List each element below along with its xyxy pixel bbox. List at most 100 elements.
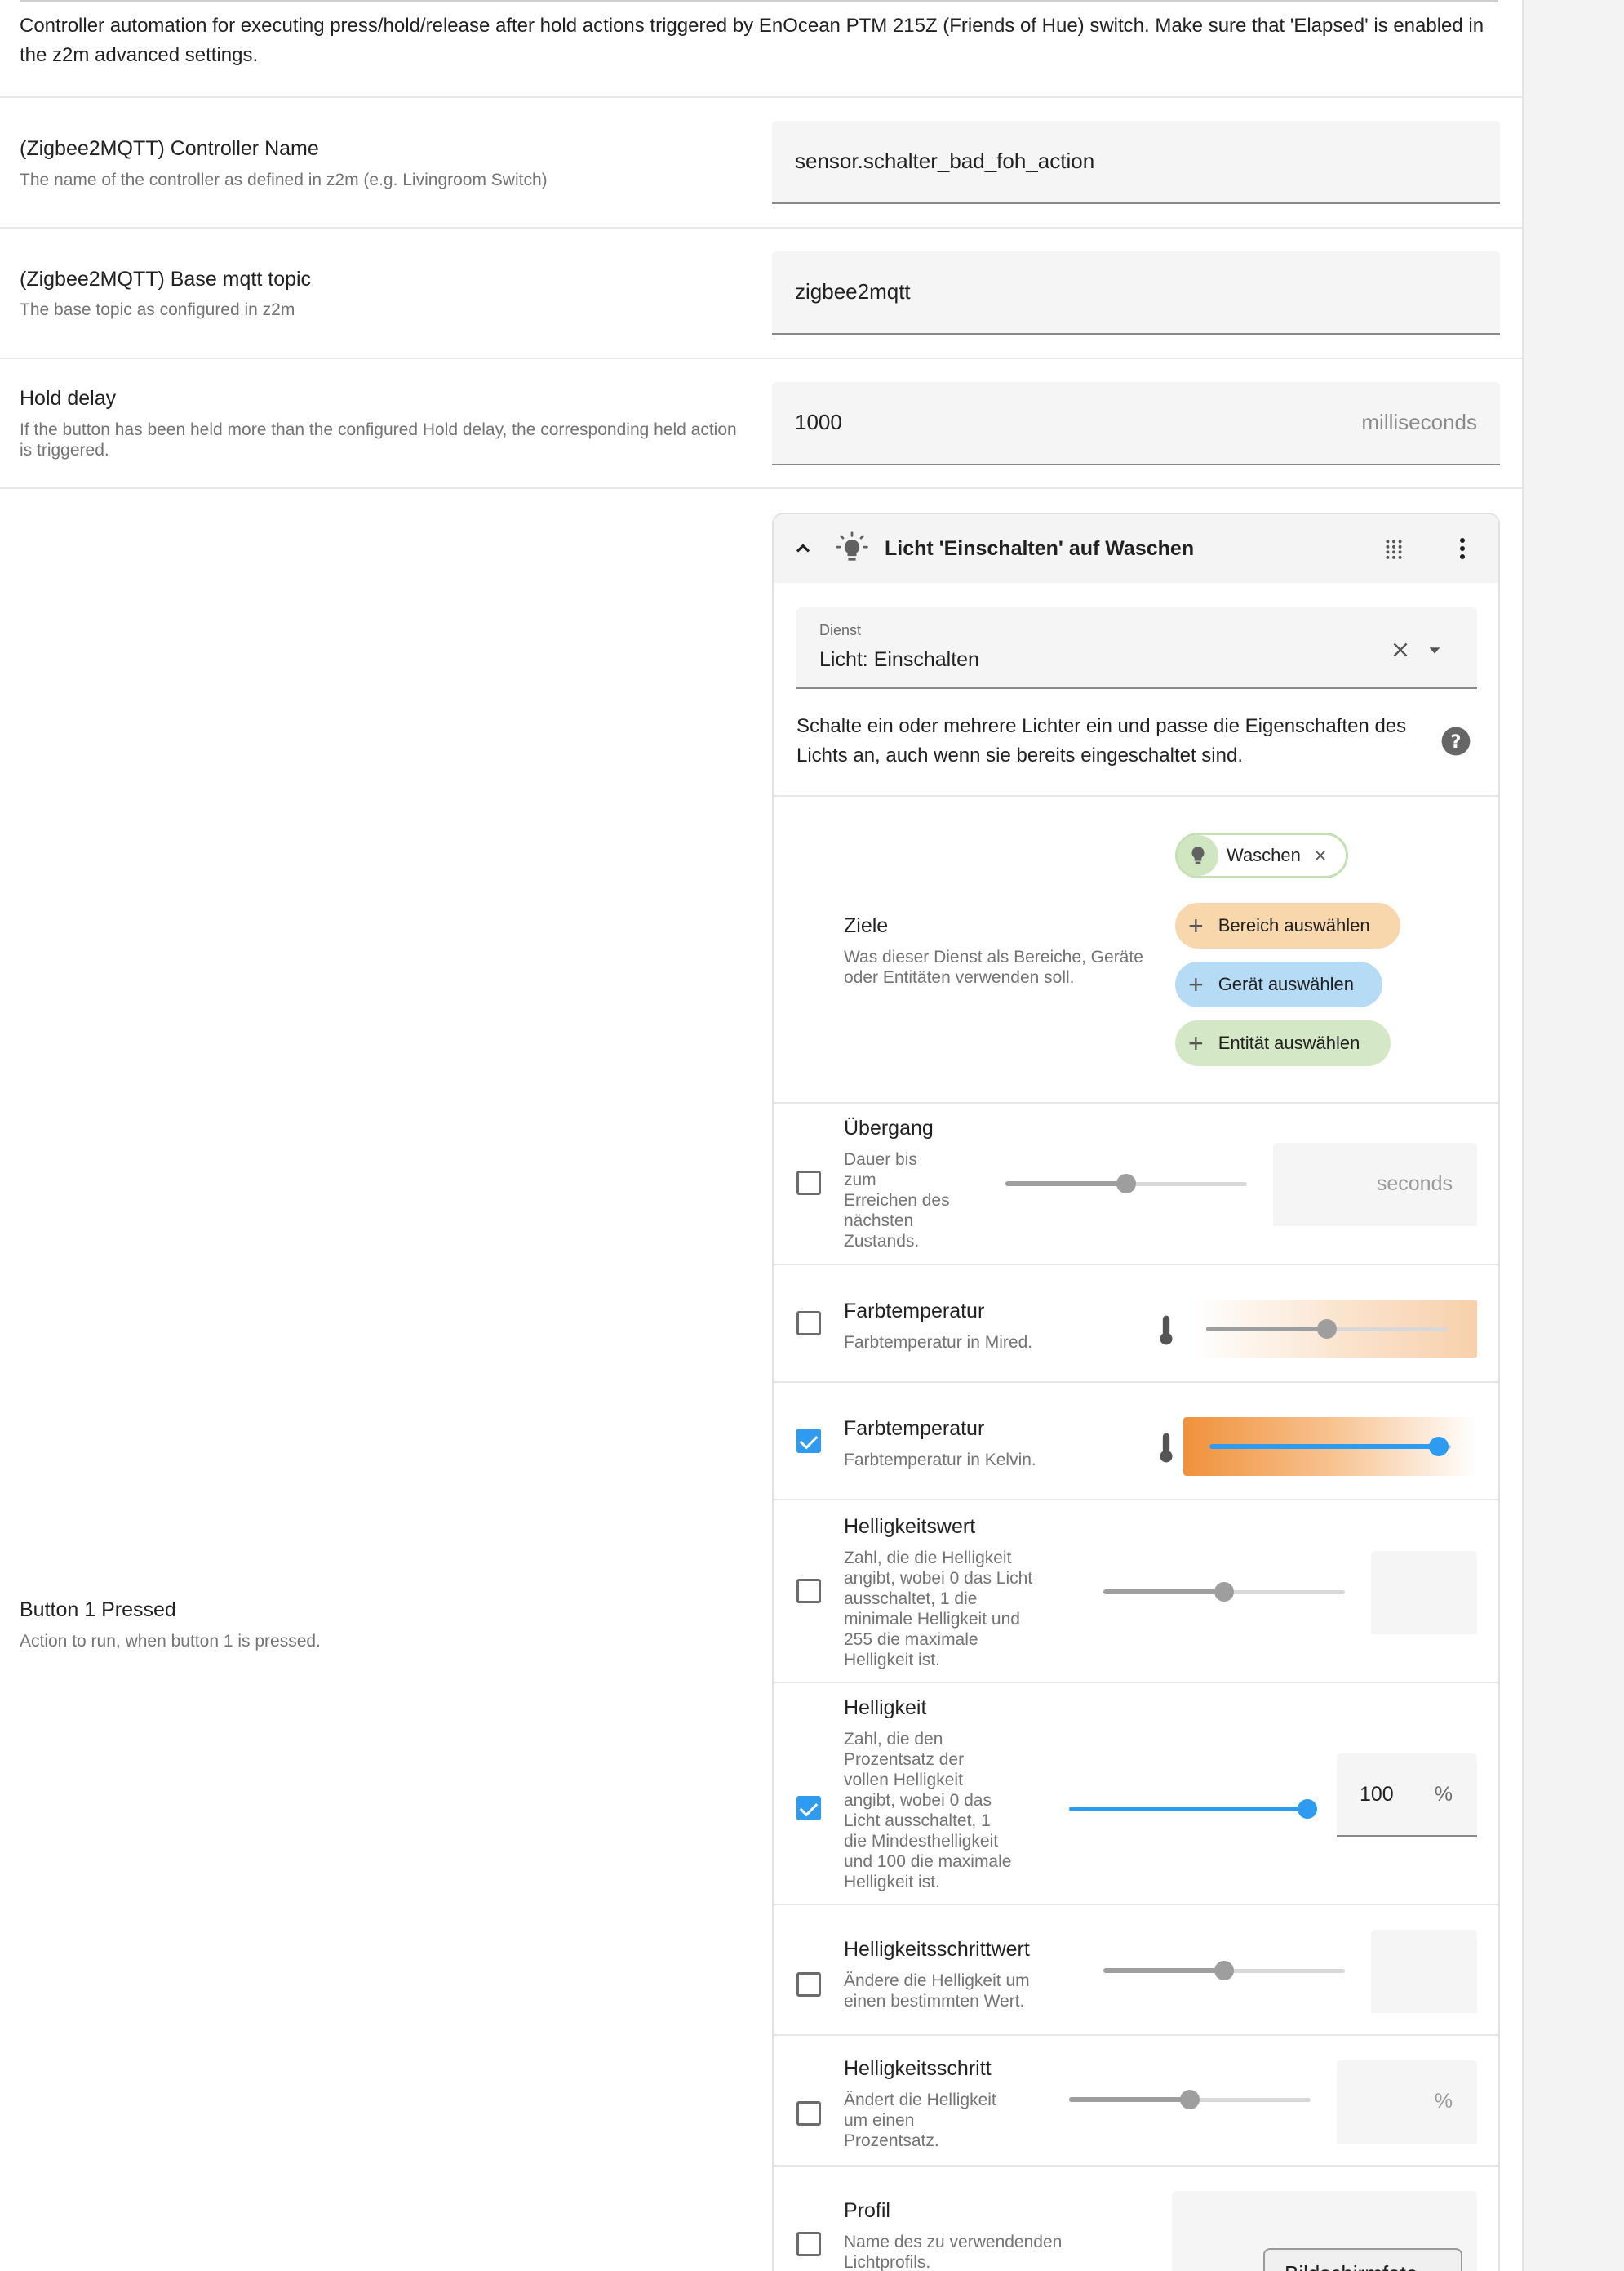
service-description: Schalte ein oder mehrere Lichter ein und… bbox=[796, 715, 1407, 767]
brightness-pct-description-line: Licht ausschaltet, 1 bbox=[844, 1811, 991, 1830]
brightness-value-input[interactable] bbox=[1371, 1551, 1477, 1634]
profile-checkbox[interactable] bbox=[796, 2232, 821, 2256]
remove-target-icon[interactable] bbox=[1312, 847, 1329, 864]
controller-name-value: sensor.schalter_bad_foh_action bbox=[795, 149, 1095, 173]
brightness-step-description: Ändere die Helligkeit um einen bestimmte… bbox=[844, 1971, 1064, 2011]
brightness-pct-slider[interactable] bbox=[1069, 1799, 1317, 1819]
svg-text:?: ? bbox=[1451, 731, 1462, 753]
transition-unit: seconds bbox=[1376, 1172, 1453, 1195]
targets-description: Was dieser Dienst als Bereiche, Geräte o… bbox=[844, 948, 1143, 987]
transition-checkbox[interactable] bbox=[796, 1171, 821, 1195]
brightness-step-pct-input[interactable]: % bbox=[1337, 2060, 1477, 2144]
hold-delay-value: 1000 bbox=[795, 410, 842, 434]
service-value: Licht: Einschalten bbox=[819, 648, 979, 671]
divider bbox=[774, 1102, 1498, 1104]
brightness-step-pct-slider[interactable] bbox=[1069, 2090, 1311, 2109]
transition-input[interactable]: seconds bbox=[1273, 1143, 1477, 1226]
top-divider bbox=[20, 0, 1498, 2]
clear-icon[interactable] bbox=[1387, 637, 1413, 663]
color-temp-mired-checkbox[interactable] bbox=[796, 1311, 821, 1335]
plus-icon: + bbox=[1188, 911, 1204, 940]
brightness-step-title: Helligkeitsschrittwert bbox=[844, 1938, 1030, 1961]
transition-slider[interactable] bbox=[1005, 1174, 1247, 1193]
base-topic-value: zigbee2mqtt bbox=[795, 279, 911, 304]
dropdown-arrow-icon[interactable] bbox=[1423, 638, 1446, 661]
slider-thumb[interactable] bbox=[1180, 2090, 1200, 2109]
slider-thumb[interactable] bbox=[1429, 1437, 1449, 1456]
controller-name-title: (Zigbee2MQTT) Controller Name bbox=[20, 137, 319, 160]
slider-fill bbox=[1209, 1444, 1440, 1449]
lightbulb-icon bbox=[832, 529, 872, 568]
brightness-value-slider[interactable] bbox=[1103, 1582, 1345, 1602]
transition-description-line: Zustands. bbox=[844, 1232, 920, 1251]
brightness-value-description-line: ausschaltet, 1 die bbox=[844, 1589, 978, 1608]
base-topic-description: The base topic as configured in z2m bbox=[20, 300, 295, 319]
brightness-pct-description-line: die Mindesthelligkeit bbox=[844, 1832, 999, 1851]
slider-thumb[interactable] bbox=[1298, 1799, 1317, 1819]
drag-handle-icon[interactable] bbox=[1379, 534, 1409, 563]
plus-icon: + bbox=[1188, 970, 1204, 999]
brightness-step-pct-description-line: um einen bbox=[844, 2111, 915, 2130]
brightness-value-description: Zahl, die die Helligkeit angibt, wobei 0… bbox=[844, 1548, 1056, 1670]
brightness-pct-input[interactable]: 100 % bbox=[1337, 1753, 1477, 1837]
help-icon[interactable]: ? bbox=[1440, 725, 1472, 758]
brightness-step-description-line: einen bestimmten Wert. bbox=[844, 1992, 1025, 2011]
divider bbox=[774, 1904, 1498, 1905]
controller-name-input[interactable]: sensor.schalter_bad_foh_action bbox=[772, 121, 1500, 204]
hold-delay-input[interactable]: 1000 milliseconds bbox=[772, 382, 1500, 465]
base-topic-title: (Zigbee2MQTT) Base mqtt topic bbox=[20, 268, 312, 291]
transition-description-line: Erreichen des bbox=[844, 1191, 950, 1210]
action-card-header[interactable]: Licht 'Einschalten' auf Waschen bbox=[774, 514, 1498, 583]
brightness-pct-description-line: Zahl, die den bbox=[844, 1730, 943, 1749]
color-temp-kelvin-checkbox[interactable] bbox=[796, 1429, 821, 1453]
brightness-step-pct-description-line: Prozentsatz. bbox=[844, 2131, 939, 2150]
divider bbox=[0, 487, 1522, 489]
thermometer-icon bbox=[1154, 1430, 1178, 1466]
brightness-step-slider[interactable] bbox=[1103, 1961, 1345, 1980]
add-device-button[interactable]: + Gerät auswählen bbox=[1175, 962, 1382, 1007]
service-select[interactable]: Dienst Licht: Einschalten bbox=[796, 607, 1477, 689]
brightness-pct-value: 100 bbox=[1360, 1783, 1394, 1806]
color-temp-kelvin-slider[interactable] bbox=[1209, 1437, 1451, 1456]
brightness-value-description-line: angibt, wobei 0 das Licht bbox=[844, 1569, 1033, 1588]
brightness-step-input[interactable] bbox=[1371, 1930, 1477, 2013]
base-topic-input[interactable]: zigbee2mqtt bbox=[772, 251, 1500, 335]
controller-name-description: The name of the controller as defined in… bbox=[20, 171, 548, 189]
profile-description: Name des zu verwendenden Lichtprofils. bbox=[844, 2232, 1089, 2271]
brightness-value-checkbox[interactable] bbox=[796, 1579, 821, 1603]
screenshot-button[interactable]: Bildschirmfoto bbox=[1263, 2248, 1462, 2271]
slider-thumb[interactable] bbox=[1214, 1582, 1234, 1602]
brightness-step-pct-description: Ändert die Helligkeit um einen Prozentsa… bbox=[844, 2090, 1032, 2151]
color-temp-mired-slider[interactable] bbox=[1206, 1319, 1448, 1339]
target-chip-waschen[interactable]: Waschen bbox=[1175, 833, 1348, 878]
add-entity-button[interactable]: + Entität auswählen bbox=[1175, 1020, 1391, 1066]
add-device-label: Gerät auswählen bbox=[1218, 974, 1355, 994]
plus-icon: + bbox=[1188, 1029, 1204, 1058]
brightness-pct-description-line: Prozentsatz der bbox=[844, 1750, 965, 1769]
profile-title: Profil bbox=[844, 2199, 890, 2222]
brightness-step-pct-description-line: Ändert die Helligkeit bbox=[844, 2091, 996, 2109]
divider bbox=[774, 1381, 1498, 1383]
chevron-up-icon[interactable] bbox=[790, 536, 816, 562]
slider-fill bbox=[1069, 1807, 1307, 1811]
divider bbox=[0, 227, 1522, 229]
add-area-label: Bereich auswählen bbox=[1218, 915, 1370, 936]
divider bbox=[774, 2165, 1498, 2167]
brightness-step-pct-checkbox[interactable] bbox=[796, 2101, 821, 2126]
slider-fill bbox=[1103, 1589, 1224, 1594]
slider-thumb[interactable] bbox=[1317, 1319, 1337, 1339]
brightness-pct-unit: % bbox=[1434, 1783, 1453, 1806]
divider bbox=[774, 795, 1498, 797]
slider-thumb[interactable] bbox=[1116, 1174, 1136, 1193]
brightness-pct-checkbox[interactable] bbox=[796, 1796, 821, 1820]
color-temp-mired-title: Farbtemperatur bbox=[844, 1300, 985, 1322]
hold-delay-title: Hold delay bbox=[20, 387, 117, 410]
add-entity-label: Entität auswählen bbox=[1218, 1033, 1360, 1053]
more-vertical-icon[interactable] bbox=[1448, 534, 1477, 563]
divider bbox=[774, 1499, 1498, 1500]
slider-fill bbox=[1103, 1968, 1224, 1973]
slider-thumb[interactable] bbox=[1214, 1961, 1234, 1980]
add-area-button[interactable]: + Bereich auswählen bbox=[1175, 903, 1400, 949]
brightness-step-checkbox[interactable] bbox=[796, 1972, 821, 1997]
divider bbox=[0, 358, 1522, 359]
